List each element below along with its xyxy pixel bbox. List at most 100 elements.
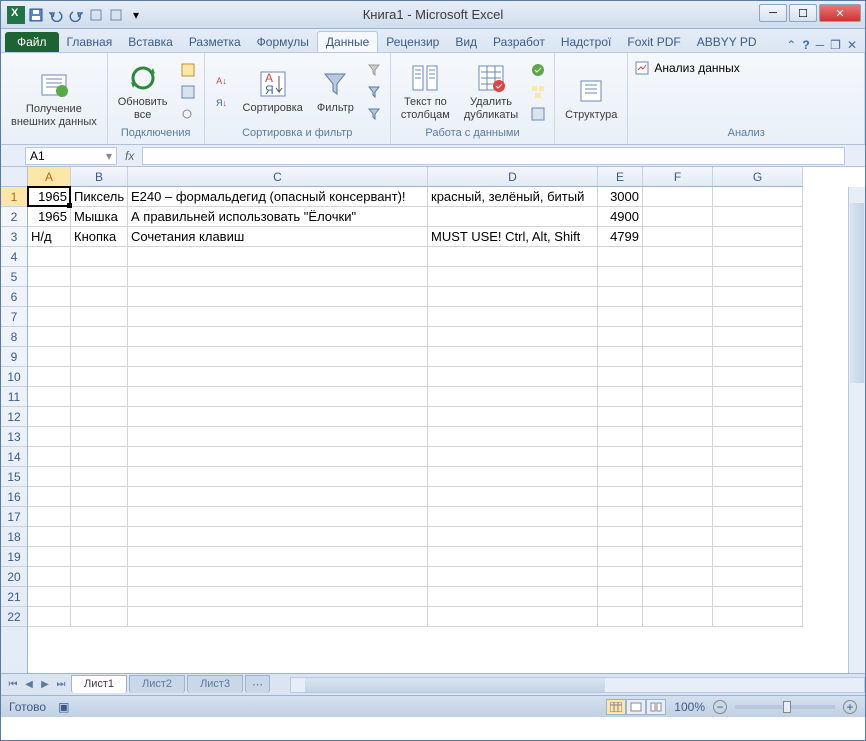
cell-D13[interactable] — [428, 427, 598, 447]
properties-icon[interactable] — [178, 82, 198, 102]
cell-G18[interactable] — [713, 527, 803, 547]
cell-G13[interactable] — [713, 427, 803, 447]
cell-C22[interactable] — [128, 607, 428, 627]
doc-minimize-icon[interactable]: ─ — [816, 38, 825, 52]
text-to-columns-button[interactable]: Текст по столбцам — [397, 60, 454, 122]
cell-F4[interactable] — [643, 247, 713, 267]
last-sheet-icon[interactable]: ⏭ — [53, 677, 69, 693]
cell-A19[interactable] — [28, 547, 71, 567]
cell-G22[interactable] — [713, 607, 803, 627]
cell-C21[interactable] — [128, 587, 428, 607]
horizontal-scrollbar[interactable] — [290, 677, 865, 693]
cell-D14[interactable] — [428, 447, 598, 467]
cell-D3[interactable]: MUST USE! Ctrl, Alt, Shift — [428, 227, 598, 247]
clear-filter-icon[interactable] — [364, 60, 384, 80]
cell-D18[interactable] — [428, 527, 598, 547]
cell-E7[interactable] — [598, 307, 643, 327]
excel-icon[interactable] — [7, 6, 25, 24]
ribbon-tab-10[interactable]: ABBYY PD — [689, 32, 765, 52]
cell-D7[interactable] — [428, 307, 598, 327]
cell-E3[interactable]: 4799 — [598, 227, 643, 247]
ribbon-tab-6[interactable]: Вид — [447, 32, 485, 52]
col-header-F[interactable]: F — [643, 167, 713, 186]
cell-F7[interactable] — [643, 307, 713, 327]
cell-C5[interactable] — [128, 267, 428, 287]
fx-icon[interactable]: fx — [125, 149, 134, 163]
ribbon-tab-9[interactable]: Foxit PDF — [619, 32, 688, 52]
cells-area[interactable]: 1965ПиксельE240 – формальдегид (опасный … — [28, 187, 865, 673]
cell-D17[interactable] — [428, 507, 598, 527]
cell-A16[interactable] — [28, 487, 71, 507]
filter-button[interactable]: Фильтр — [313, 66, 358, 116]
cell-E11[interactable] — [598, 387, 643, 407]
cell-E10[interactable] — [598, 367, 643, 387]
zoom-in-icon[interactable]: + — [843, 700, 857, 714]
cell-D5[interactable] — [428, 267, 598, 287]
row-header-12[interactable]: 12 — [1, 407, 27, 427]
advanced-icon[interactable] — [364, 104, 384, 124]
select-all-corner[interactable] — [1, 167, 28, 187]
cell-F1[interactable] — [643, 187, 713, 207]
cell-B19[interactable] — [71, 547, 128, 567]
cell-G7[interactable] — [713, 307, 803, 327]
cell-G20[interactable] — [713, 567, 803, 587]
zoom-out-icon[interactable]: − — [713, 700, 727, 714]
cell-G16[interactable] — [713, 487, 803, 507]
ribbon-tab-2[interactable]: Разметка — [181, 32, 249, 52]
cell-C18[interactable] — [128, 527, 428, 547]
cell-A20[interactable] — [28, 567, 71, 587]
page-break-view-icon[interactable] — [646, 699, 666, 715]
cell-B7[interactable] — [71, 307, 128, 327]
col-header-E[interactable]: E — [598, 167, 643, 186]
cell-E18[interactable] — [598, 527, 643, 547]
save-icon[interactable] — [27, 6, 45, 24]
cell-G14[interactable] — [713, 447, 803, 467]
cell-E21[interactable] — [598, 587, 643, 607]
cell-D9[interactable] — [428, 347, 598, 367]
col-header-D[interactable]: D — [428, 167, 598, 186]
cell-F17[interactable] — [643, 507, 713, 527]
cell-A3[interactable]: Н/д — [28, 227, 71, 247]
sort-desc-icon[interactable]: Я↓ — [211, 93, 233, 113]
col-header-B[interactable]: B — [71, 167, 128, 186]
cell-B13[interactable] — [71, 427, 128, 447]
cell-F5[interactable] — [643, 267, 713, 287]
cell-E4[interactable] — [598, 247, 643, 267]
cell-C6[interactable] — [128, 287, 428, 307]
cell-F19[interactable] — [643, 547, 713, 567]
cell-F22[interactable] — [643, 607, 713, 627]
cell-G19[interactable] — [713, 547, 803, 567]
edit-links-icon[interactable] — [178, 104, 198, 124]
cell-C3[interactable]: Сочетания клавиш — [128, 227, 428, 247]
cell-C1[interactable]: E240 – формальдегид (опасный консервант)… — [128, 187, 428, 207]
sheet-tab-2[interactable]: Лист3 — [187, 675, 243, 693]
cell-G8[interactable] — [713, 327, 803, 347]
cell-E13[interactable] — [598, 427, 643, 447]
cell-G10[interactable] — [713, 367, 803, 387]
cell-A8[interactable] — [28, 327, 71, 347]
row-header-14[interactable]: 14 — [1, 447, 27, 467]
cell-G1[interactable] — [713, 187, 803, 207]
cell-D4[interactable] — [428, 247, 598, 267]
cell-G21[interactable] — [713, 587, 803, 607]
sheet-tab-0[interactable]: Лист1 — [71, 675, 127, 693]
row-header-20[interactable]: 20 — [1, 567, 27, 587]
cell-G17[interactable] — [713, 507, 803, 527]
whatif-icon[interactable] — [528, 104, 548, 124]
cell-A1[interactable]: 1965 — [28, 187, 71, 207]
first-sheet-icon[interactable]: ⏮ — [5, 677, 21, 693]
ribbon-tab-4[interactable]: Данные — [317, 31, 378, 52]
macro-icon[interactable]: ▣ — [58, 700, 69, 714]
cell-D11[interactable] — [428, 387, 598, 407]
cell-A15[interactable] — [28, 467, 71, 487]
cell-B3[interactable]: Кнопка — [71, 227, 128, 247]
cell-C14[interactable] — [128, 447, 428, 467]
cell-C19[interactable] — [128, 547, 428, 567]
close-button[interactable]: ✕ — [819, 4, 861, 22]
prev-sheet-icon[interactable]: ◀ — [21, 677, 37, 693]
row-header-18[interactable]: 18 — [1, 527, 27, 547]
cell-C7[interactable] — [128, 307, 428, 327]
cell-E6[interactable] — [598, 287, 643, 307]
data-analysis-button[interactable]: Анализ данных — [634, 60, 739, 76]
file-tab[interactable]: Файл — [5, 32, 59, 52]
